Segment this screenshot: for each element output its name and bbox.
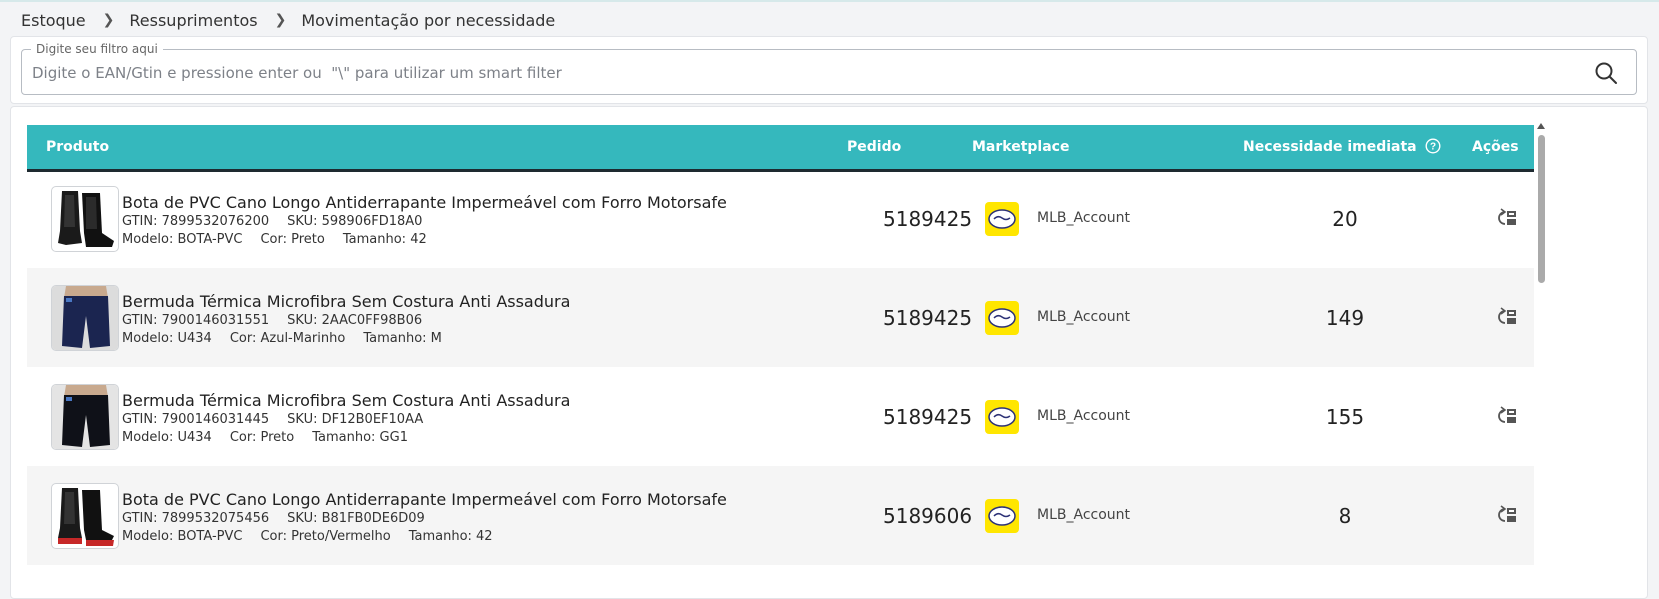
product-model: Modelo: BOTA-PVC <box>122 529 243 544</box>
header-product[interactable]: Produto <box>46 125 109 169</box>
help-icon[interactable]: ? <box>1424 138 1441 154</box>
scroll-up-arrow-icon[interactable] <box>1537 123 1545 129</box>
table-header: Produto Pedido Marketplace Necessidade i… <box>27 125 1534 172</box>
product-size: Tamanho: GG1 <box>312 430 408 445</box>
breadcrumb: Estoque ❯ Ressuprimentos ❯ Movimentação … <box>21 9 555 31</box>
product-name[interactable]: Bota de PVC Cano Longo Antiderrapante Im… <box>122 193 727 212</box>
immediate-need: 20 <box>1332 207 1358 231</box>
product-codes: GTIN: 7900146031551 SKU: 2AAC0FF98B06 <box>122 313 440 328</box>
product-name[interactable]: Bermuda Térmica Microfibra Sem Costura A… <box>122 391 570 410</box>
product-size: Tamanho: 42 <box>408 529 493 544</box>
order-number: 5189425 <box>883 306 973 330</box>
marketplace-name: MLB_Account <box>1037 408 1131 424</box>
vertical-scrollbar[interactable] <box>1535 123 1547 598</box>
product-image-shorts[interactable] <box>51 384 119 450</box>
chevron-right-icon: ❯ <box>102 12 115 28</box>
product-attributes: Modelo: BOTA-PVC Cor: Preto/Vermelho Taman… <box>122 529 511 544</box>
order-number: 5189425 <box>883 207 973 231</box>
table-row: Bermuda Térmica Microfibra Sem Costura A… <box>27 268 1534 367</box>
product-color: Cor: Azul-Marinho <box>229 331 346 346</box>
product-table: Produto Pedido Marketplace Necessidade i… <box>10 106 1648 599</box>
header-need[interactable]: Necessidade imediata ? <box>1243 125 1441 169</box>
order-number: 5189425 <box>883 405 973 429</box>
table-row: Bota de PVC Cano Longo Antiderrapante Im… <box>27 169 1534 268</box>
search-icon[interactable] <box>1594 61 1618 85</box>
immediate-need: 155 <box>1325 405 1365 429</box>
product-gtin: GTIN: 7899532076200 <box>122 214 270 229</box>
svg-text:?: ? <box>1429 142 1435 153</box>
transfer-action-icon[interactable] <box>1496 307 1518 327</box>
product-attributes: Modelo: U434 Cor: Preto Tamanho: GG1 <box>122 430 426 445</box>
breadcrumb-estoque[interactable]: Estoque <box>21 11 86 30</box>
product-image-boot[interactable] <box>51 483 119 549</box>
order-number: 5189606 <box>883 504 973 528</box>
header-marketplace[interactable]: Marketplace <box>972 125 1069 169</box>
product-model: Modelo: BOTA-PVC <box>122 232 243 247</box>
product-name[interactable]: Bermuda Térmica Microfibra Sem Costura A… <box>122 292 570 311</box>
product-gtin: GTIN: 7899532075456 <box>122 511 270 526</box>
mercadolivre-logo-icon <box>985 202 1019 236</box>
product-model: Modelo: U434 <box>122 331 212 346</box>
header-need-label: Necessidade imediata <box>1243 139 1417 155</box>
marketplace-name: MLB_Account <box>1037 210 1131 226</box>
product-name[interactable]: Bota de PVC Cano Longo Antiderrapante Im… <box>122 490 727 509</box>
product-sku: SKU: B81FB0DE6D09 <box>287 511 425 526</box>
immediate-need: 8 <box>1338 504 1352 528</box>
filter-input[interactable] <box>32 60 1562 86</box>
mercadolivre-logo-icon <box>985 301 1019 335</box>
product-color: Cor: Preto <box>260 232 325 247</box>
mercadolivre-logo-icon <box>985 499 1019 533</box>
mercadolivre-logo-icon <box>985 400 1019 434</box>
marketplace-name: MLB_Account <box>1037 507 1131 523</box>
product-size: Tamanho: M <box>363 331 442 346</box>
table-row: Bota de PVC Cano Longo Antiderrapante Im… <box>27 466 1534 565</box>
product-gtin: GTIN: 7900146031551 <box>122 313 270 328</box>
transfer-action-icon[interactable] <box>1496 505 1518 525</box>
header-order[interactable]: Pedido <box>847 125 901 169</box>
product-codes: GTIN: 7900146031445 SKU: DF12B0EF10AA <box>122 412 441 427</box>
header-actions: Ações <box>1472 139 1519 155</box>
transfer-action-icon[interactable] <box>1496 406 1518 426</box>
product-image-boot[interactable] <box>51 186 119 252</box>
breadcrumb-current-page: Movimentação por necessidade <box>301 10 556 30</box>
filter-label: Digite seu filtro aqui <box>31 41 163 57</box>
breadcrumb-ressuprimentos[interactable]: Ressuprimentos <box>129 11 257 30</box>
product-gtin: GTIN: 7900146031445 <box>122 412 270 427</box>
transfer-action-icon[interactable] <box>1496 208 1518 228</box>
scrollbar-thumb[interactable] <box>1538 135 1545 283</box>
marketplace-name: MLB_Account <box>1037 309 1131 325</box>
product-sku: SKU: DF12B0EF10AA <box>287 412 424 427</box>
product-sku: SKU: 598906FD18A0 <box>287 214 423 229</box>
table-row: Bermuda Térmica Microfibra Sem Costura A… <box>27 367 1534 466</box>
product-color: Cor: Preto/Vermelho <box>260 529 391 544</box>
product-color: Cor: Preto <box>229 430 295 445</box>
product-size: Tamanho: 42 <box>342 232 427 247</box>
product-attributes: Modelo: U434 Cor: Azul-Marinho Tamanho: M <box>122 331 460 346</box>
filter-field: Digite seu filtro aqui <box>21 41 1637 95</box>
product-image-shorts[interactable] <box>51 285 119 351</box>
chevron-right-icon: ❯ <box>274 12 287 28</box>
top-accent-line <box>0 0 1659 2</box>
immediate-need: 149 <box>1325 306 1365 330</box>
filter-card: Digite seu filtro aqui <box>10 36 1648 104</box>
product-codes: GTIN: 7899532075456 SKU: B81FB0DE6D09 <box>122 511 443 526</box>
product-attributes: Modelo: BOTA-PVC Cor: Preto Tamanho: 42 <box>122 232 445 247</box>
product-model: Modelo: U434 <box>122 430 212 445</box>
product-sku: SKU: 2AAC0FF98B06 <box>287 313 423 328</box>
product-codes: GTIN: 7899532076200 SKU: 598906FD18A0 <box>122 214 440 229</box>
